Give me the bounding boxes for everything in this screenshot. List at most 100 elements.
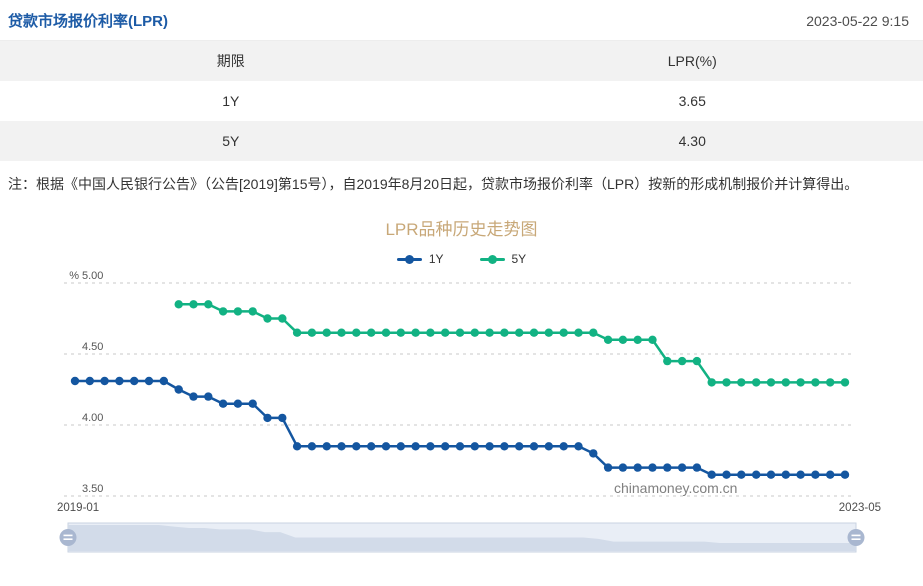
- data-point-1Y[interactable]: [767, 471, 775, 479]
- data-point-5Y[interactable]: [663, 357, 671, 365]
- data-point-5Y[interactable]: [500, 329, 508, 337]
- data-point-1Y[interactable]: [722, 471, 730, 479]
- data-point-1Y[interactable]: [426, 442, 434, 450]
- data-point-1Y[interactable]: [441, 442, 449, 450]
- data-point-5Y[interactable]: [278, 314, 286, 322]
- data-point-5Y[interactable]: [841, 378, 849, 386]
- data-point-1Y[interactable]: [619, 463, 627, 471]
- data-point-5Y[interactable]: [693, 357, 701, 365]
- data-point-1Y[interactable]: [782, 471, 790, 479]
- data-point-5Y[interactable]: [189, 300, 197, 308]
- data-point-5Y[interactable]: [796, 378, 804, 386]
- legend-item-5y[interactable]: 5Y: [480, 252, 527, 266]
- data-point-5Y[interactable]: [411, 329, 419, 337]
- data-point-1Y[interactable]: [234, 400, 242, 408]
- data-point-5Y[interactable]: [367, 329, 375, 337]
- data-point-5Y[interactable]: [456, 329, 464, 337]
- data-point-1Y[interactable]: [130, 377, 138, 385]
- data-point-1Y[interactable]: [86, 377, 94, 385]
- data-point-1Y[interactable]: [634, 463, 642, 471]
- data-point-1Y[interactable]: [471, 442, 479, 450]
- datazoom-handle-right[interactable]: [848, 529, 865, 546]
- data-point-5Y[interactable]: [574, 329, 582, 337]
- data-point-1Y[interactable]: [411, 442, 419, 450]
- data-point-1Y[interactable]: [352, 442, 360, 450]
- data-point-1Y[interactable]: [648, 463, 656, 471]
- data-point-5Y[interactable]: [589, 329, 597, 337]
- data-point-1Y[interactable]: [604, 463, 612, 471]
- data-point-5Y[interactable]: [515, 329, 523, 337]
- data-point-1Y[interactable]: [308, 442, 316, 450]
- data-point-5Y[interactable]: [826, 378, 834, 386]
- data-point-1Y[interactable]: [456, 442, 464, 450]
- data-point-1Y[interactable]: [560, 442, 568, 450]
- data-point-5Y[interactable]: [204, 300, 212, 308]
- data-point-1Y[interactable]: [693, 463, 701, 471]
- data-point-5Y[interactable]: [471, 329, 479, 337]
- data-point-5Y[interactable]: [426, 329, 434, 337]
- data-point-1Y[interactable]: [500, 442, 508, 450]
- data-point-1Y[interactable]: [71, 377, 79, 385]
- data-point-1Y[interactable]: [841, 471, 849, 479]
- datazoom-handle-left[interactable]: [60, 529, 77, 546]
- data-point-5Y[interactable]: [234, 307, 242, 315]
- data-point-1Y[interactable]: [249, 400, 257, 408]
- data-point-1Y[interactable]: [708, 471, 716, 479]
- data-point-5Y[interactable]: [619, 336, 627, 344]
- lpr-history-chart-canvas[interactable]: 5.004.504.003.50%2019-012023-05chinamone…: [0, 268, 923, 520]
- data-point-5Y[interactable]: [530, 329, 538, 337]
- data-point-1Y[interactable]: [737, 471, 745, 479]
- data-point-1Y[interactable]: [219, 400, 227, 408]
- data-point-5Y[interactable]: [441, 329, 449, 337]
- data-point-5Y[interactable]: [175, 300, 183, 308]
- data-point-5Y[interactable]: [811, 378, 819, 386]
- data-point-5Y[interactable]: [737, 378, 745, 386]
- data-point-5Y[interactable]: [249, 307, 257, 315]
- data-point-5Y[interactable]: [397, 329, 405, 337]
- data-point-1Y[interactable]: [382, 442, 390, 450]
- data-point-1Y[interactable]: [337, 442, 345, 450]
- data-point-5Y[interactable]: [708, 378, 716, 386]
- data-point-1Y[interactable]: [752, 471, 760, 479]
- data-point-1Y[interactable]: [530, 442, 538, 450]
- data-point-5Y[interactable]: [678, 357, 686, 365]
- data-point-5Y[interactable]: [648, 336, 656, 344]
- data-point-1Y[interactable]: [100, 377, 108, 385]
- data-point-5Y[interactable]: [323, 329, 331, 337]
- data-point-1Y[interactable]: [589, 449, 597, 457]
- data-point-5Y[interactable]: [604, 336, 612, 344]
- data-point-1Y[interactable]: [663, 463, 671, 471]
- data-point-5Y[interactable]: [722, 378, 730, 386]
- data-point-5Y[interactable]: [634, 336, 642, 344]
- legend-item-1y[interactable]: 1Y: [397, 252, 444, 266]
- data-point-5Y[interactable]: [219, 307, 227, 315]
- data-point-1Y[interactable]: [160, 377, 168, 385]
- data-point-5Y[interactable]: [337, 329, 345, 337]
- data-point-5Y[interactable]: [767, 378, 775, 386]
- data-point-1Y[interactable]: [263, 414, 271, 422]
- data-point-1Y[interactable]: [145, 377, 153, 385]
- data-point-5Y[interactable]: [352, 329, 360, 337]
- data-point-5Y[interactable]: [382, 329, 390, 337]
- data-point-1Y[interactable]: [115, 377, 123, 385]
- data-point-1Y[interactable]: [678, 463, 686, 471]
- data-point-5Y[interactable]: [308, 329, 316, 337]
- data-point-1Y[interactable]: [293, 442, 301, 450]
- data-point-1Y[interactable]: [574, 442, 582, 450]
- data-point-5Y[interactable]: [782, 378, 790, 386]
- data-point-1Y[interactable]: [515, 442, 523, 450]
- data-point-1Y[interactable]: [397, 442, 405, 450]
- data-point-1Y[interactable]: [826, 471, 834, 479]
- data-point-5Y[interactable]: [560, 329, 568, 337]
- data-point-5Y[interactable]: [293, 329, 301, 337]
- data-point-5Y[interactable]: [545, 329, 553, 337]
- data-point-1Y[interactable]: [204, 392, 212, 400]
- data-point-1Y[interactable]: [323, 442, 331, 450]
- data-point-1Y[interactable]: [485, 442, 493, 450]
- data-point-1Y[interactable]: [278, 414, 286, 422]
- data-point-1Y[interactable]: [545, 442, 553, 450]
- datazoom-slider[interactable]: [0, 520, 923, 560]
- data-point-1Y[interactable]: [811, 471, 819, 479]
- data-point-1Y[interactable]: [796, 471, 804, 479]
- data-point-1Y[interactable]: [175, 385, 183, 393]
